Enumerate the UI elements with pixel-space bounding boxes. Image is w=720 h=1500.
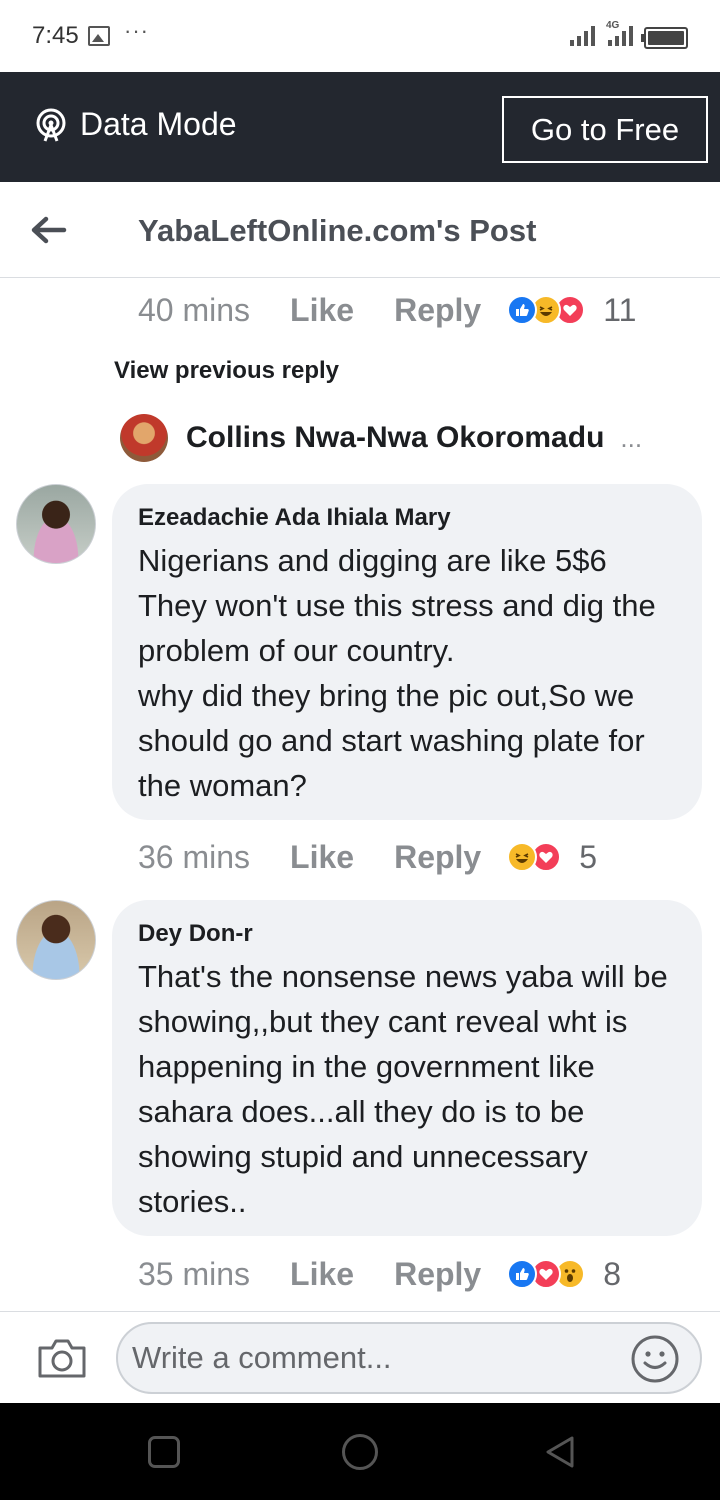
camera-icon[interactable] <box>36 1336 88 1380</box>
broadcast-icon <box>36 108 66 142</box>
more-notifications-icon: ··· <box>124 18 149 43</box>
home-icon[interactable] <box>342 1434 378 1470</box>
reply-button[interactable]: Reply <box>394 839 481 876</box>
comment-text: That's the nonsense news yaba will be sh… <box>138 959 668 1219</box>
comment-author[interactable]: Ezeadachie Ada Ihiala Mary <box>138 504 676 532</box>
reaction-count: 8 <box>603 1255 622 1292</box>
comment-bubble[interactable]: Ezeadachie Ada Ihiala Mary Nigerians and… <box>112 484 702 820</box>
status-bar: 7:45 ··· 4G <box>0 0 720 72</box>
image-notification-icon <box>88 26 110 46</box>
comment-text: Nigerians and digging are like 5$6 They … <box>138 543 656 803</box>
reactions-summary[interactable]: 5 <box>507 839 597 876</box>
like-reaction-icon <box>507 1259 538 1289</box>
reactions-summary[interactable]: 8 <box>507 1256 621 1293</box>
comment-time: 35 mins <box>138 1255 251 1292</box>
reactions-summary[interactable]: 11 <box>507 292 636 329</box>
view-previous-reply-link[interactable]: View previous reply <box>114 357 339 385</box>
avatar[interactable] <box>16 900 96 980</box>
reply-author-name: Collins Nwa-Nwa Okoromadu <box>186 421 605 454</box>
status-time: 7:45 <box>32 22 79 49</box>
comment-time: 40 mins <box>138 291 251 328</box>
like-button[interactable]: Like <box>290 292 354 329</box>
signal-strength-2-icon <box>608 24 633 46</box>
like-reaction-icon <box>507 295 538 325</box>
reply-button[interactable]: Reply <box>394 1256 481 1293</box>
comment-time: 36 mins <box>138 838 251 875</box>
comment-meta-row: 35 mins Like Reply 8 <box>138 1254 621 1294</box>
avatar <box>120 414 168 462</box>
reaction-count: 11 <box>603 291 637 328</box>
like-button[interactable]: Like <box>290 839 354 876</box>
comment-bubble[interactable]: Dey Don-r That's the nonsense news yaba … <box>112 900 702 1236</box>
comment-meta-row: 40 mins Like Reply 11 <box>138 290 636 330</box>
recent-apps-icon[interactable] <box>148 1436 180 1468</box>
haha-reaction-icon <box>507 842 538 872</box>
reply-button[interactable]: Reply <box>394 292 481 329</box>
back-arrow-icon[interactable] <box>28 210 68 250</box>
reply-preview[interactable]: Collins Nwa-Nwa Okoromadu ... <box>120 412 642 464</box>
more-icon: ... <box>620 422 643 453</box>
emoji-icon[interactable] <box>630 1334 680 1384</box>
avatar[interactable] <box>16 484 96 564</box>
page-title: YabaLeftOnline.com's Post <box>138 213 537 248</box>
comment-meta-row: 36 mins Like Reply 5 <box>138 837 597 877</box>
battery-icon <box>641 27 688 49</box>
like-button[interactable]: Like <box>290 1256 354 1293</box>
go-to-free-button[interactable]: Go to Free <box>502 96 708 163</box>
comment-input-placeholder[interactable]: Write a comment... <box>132 1340 392 1376</box>
signal-strength-icon <box>570 24 595 46</box>
comment-author[interactable]: Dey Don-r <box>138 920 676 948</box>
data-mode-label: Data Mode <box>80 106 237 142</box>
system-back-icon[interactable] <box>542 1434 578 1470</box>
reaction-count: 5 <box>579 838 598 875</box>
